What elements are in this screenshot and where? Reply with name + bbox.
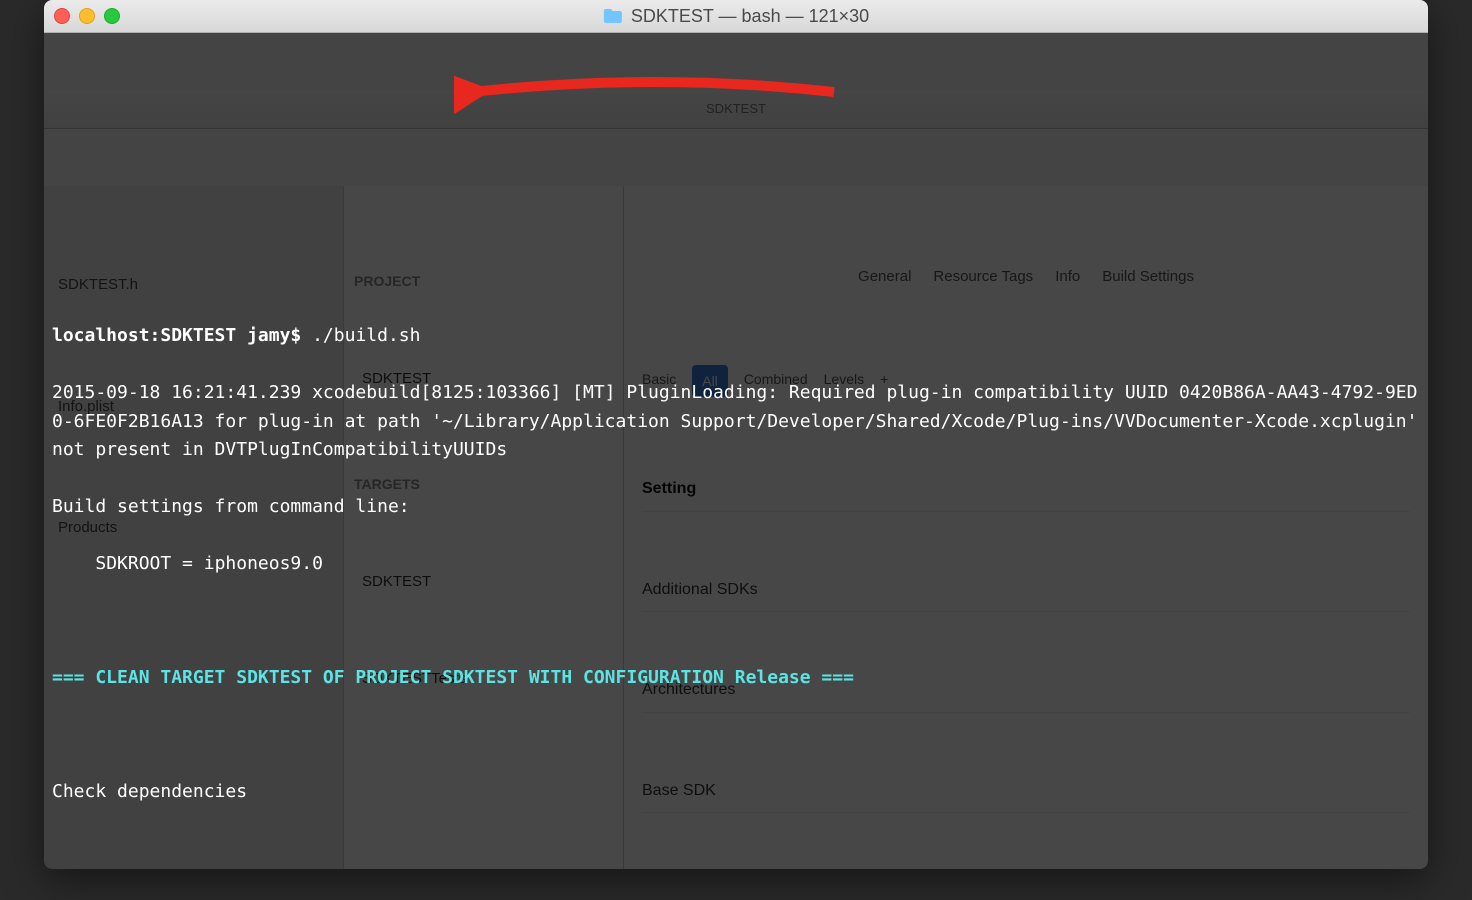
output-line: Check dependencies bbox=[52, 778, 1420, 807]
minimize-button[interactable] bbox=[79, 8, 95, 24]
bg-tab: General bbox=[858, 263, 911, 292]
window-title-text: SDKTEST — bash — 121×30 bbox=[631, 6, 869, 27]
bg-toolbar-title: SDKTEST bbox=[706, 95, 766, 124]
output-line: 2015-09-18 16:21:41.239 xcodebuild[8125:… bbox=[52, 379, 1420, 465]
zoom-button[interactable] bbox=[104, 8, 120, 24]
close-button[interactable] bbox=[54, 8, 70, 24]
terminal-window: SDKTEST — bash — 121×30 SDKTEST SDKTEST.… bbox=[44, 0, 1428, 869]
terminal-output: localhost:SDKTEST jamy$ ./build.sh 2015-… bbox=[52, 294, 1420, 870]
window-title: SDKTEST — bash — 121×30 bbox=[603, 6, 869, 27]
traffic-lights bbox=[54, 8, 120, 24]
bg-project-header: PROJECT bbox=[354, 267, 613, 296]
titlebar[interactable]: SDKTEST — bash — 121×30 bbox=[44, 0, 1428, 33]
bg-tab: Info bbox=[1055, 263, 1080, 292]
annotation-arrow-icon bbox=[454, 62, 854, 122]
section-clean-target: === CLEAN TARGET SDKTEST OF PROJECT SDKT… bbox=[52, 664, 1420, 693]
bg-tab: Build Settings bbox=[1102, 263, 1194, 292]
output-line: SDKROOT = iphoneos9.0 bbox=[52, 550, 1420, 579]
folder-icon bbox=[603, 8, 623, 24]
terminal-body[interactable]: SDKTEST SDKTEST.h Info.plist Products PR… bbox=[44, 33, 1428, 869]
bg-tab: Resource Tags bbox=[933, 263, 1033, 292]
prompt: localhost:SDKTEST jamy$ bbox=[52, 325, 312, 346]
command-text: ./build.sh bbox=[312, 325, 420, 346]
output-line: Build settings from command line: bbox=[52, 493, 1420, 522]
